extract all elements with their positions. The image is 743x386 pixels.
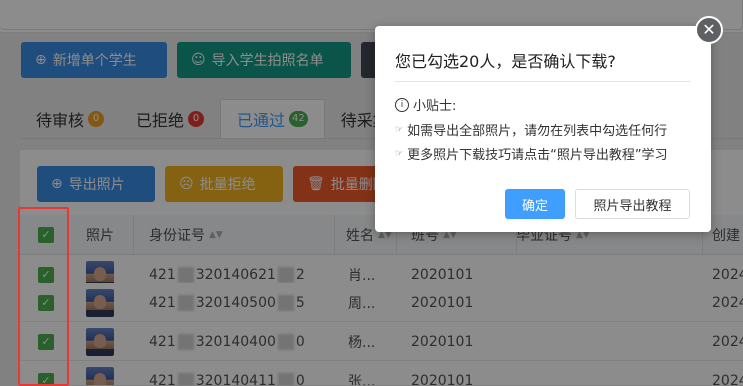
dialog-divider <box>395 81 691 82</box>
close-icon[interactable]: ✕ <box>695 16 723 44</box>
tip-line-2: ☞ 更多照片下载技巧请点击“照片导出教程”学习 <box>395 144 668 163</box>
dialog-title: 您已勾选20人，是否确认下载? <box>395 52 616 71</box>
info-icon: i <box>395 97 409 112</box>
tutorial-button[interactable]: 照片导出教程 <box>575 189 690 219</box>
tip-line-1: ☞ 如需导出全部照片，请勿在列表中勾选任何行 <box>395 120 667 139</box>
hand-point-icon: ☞ <box>395 124 404 135</box>
tip-heading: i 小贴士: <box>395 95 456 114</box>
tip-1-text: 如需导出全部照片，请勿在列表中勾选任何行 <box>407 124 668 139</box>
checkbox-highlight-box <box>18 207 69 386</box>
confirm-button[interactable]: 确定 <box>505 189 565 219</box>
tip-2-text: 更多照片下载技巧请点击“照片导出教程”学习 <box>407 148 668 163</box>
hand-point-icon: ☞ <box>395 148 404 159</box>
tip-title: 小贴士: <box>413 99 457 114</box>
download-confirm-dialog: 您已勾选20人，是否确认下载? i 小贴士: ☞ 如需导出全部照片，请勿在列表中… <box>375 26 711 232</box>
